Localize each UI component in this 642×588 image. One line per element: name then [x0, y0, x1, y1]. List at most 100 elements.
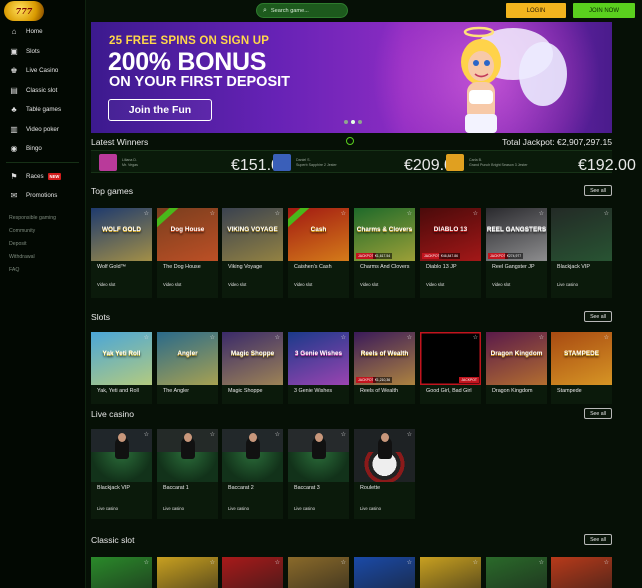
game-thumbnail[interactable]: VIKING VOYAGE ☆ [222, 208, 283, 261]
favorite-star-icon[interactable]: ☆ [144, 210, 149, 217]
game-name[interactable]: Reels of Wealth [354, 385, 415, 395]
footer-link[interactable]: Deposit [0, 238, 85, 251]
banner-dot[interactable] [351, 120, 355, 124]
game-thumbnail[interactable]: ☆ [91, 429, 152, 482]
game-card-baccarat-1[interactable]: ☆ Baccarat 1 Live casino [157, 429, 218, 519]
favorite-star-icon[interactable]: ☆ [407, 559, 412, 566]
favorite-star-icon[interactable]: ☆ [604, 559, 609, 566]
classic-slot-card[interactable]: ☆ [222, 557, 283, 588]
game-thumbnail[interactable]: ☆ [486, 557, 547, 588]
winner-item[interactable]: Daniel S. Superb Sapphire 2 Jester [273, 153, 366, 172]
favorite-star-icon[interactable]: ☆ [341, 210, 346, 217]
footer-link[interactable]: Community [0, 225, 85, 238]
favorite-star-icon[interactable]: ☆ [210, 334, 215, 341]
game-thumbnail[interactable]: STAMPEDE ☆ [551, 332, 612, 385]
join-the-fun-button[interactable]: Join the Fun [108, 99, 212, 121]
favorite-star-icon[interactable]: ☆ [210, 210, 215, 217]
sidebar-item-slots[interactable]: ▣ Slots [0, 42, 85, 62]
favorite-star-icon[interactable]: ☆ [144, 334, 149, 341]
game-name[interactable]: Diablo 13 JP [420, 261, 481, 271]
game-card-caishen-s-cash[interactable]: Cash ☆ Caishen's Cash Video slot [288, 208, 349, 298]
game-thumbnail[interactable]: WOLF GOLD ☆ [91, 208, 152, 261]
game-thumbnail[interactable]: ☆ [222, 557, 283, 588]
game-card-magic-shoppe[interactable]: Magic Shoppe ☆ Magic Shoppe [222, 332, 283, 404]
winner-item[interactable]: Liliana D. Mr. Vegas [99, 153, 192, 172]
game-card-baccarat-3[interactable]: ☆ Baccarat 3 Live casino [288, 429, 349, 519]
classic-slot-card[interactable]: ☆ [288, 557, 349, 588]
game-name[interactable]: Magic Shoppe [222, 385, 283, 395]
game-name[interactable]: Reel Gangster JP [486, 261, 547, 271]
game-thumbnail[interactable]: Dog House ☆ [157, 208, 218, 261]
game-card-reel-gangster-jp[interactable]: REEL GANGSTERS JACKPOT €274,977 ☆ Reel Gangs… [486, 208, 547, 298]
game-name[interactable]: Viking Voyage [222, 261, 283, 271]
classic-slot-card[interactable]: ☆ [420, 557, 481, 588]
game-thumbnail[interactable]: ☆ [157, 429, 218, 482]
game-card-3-genie-wishes[interactable]: 3 Genie Wishes ☆ 3 Genie Wishes [288, 332, 349, 404]
game-name[interactable]: Wolf Gold™ [91, 261, 152, 271]
see-all-slots-button[interactable]: See all [584, 311, 612, 322]
game-thumbnail[interactable]: Charms & Clovers JACKPOT €1,617.54 ☆ [354, 208, 415, 261]
game-card-roulette[interactable]: ☆ Roulette Live casino [354, 429, 415, 519]
game-thumbnail[interactable]: ☆ [157, 557, 218, 588]
favorite-star-icon[interactable]: ☆ [473, 334, 478, 341]
sidebar-item-promotions[interactable]: ✉ Promotions [0, 186, 85, 206]
game-thumbnail[interactable]: Magic Shoppe ☆ [222, 332, 283, 385]
game-thumbnail[interactable]: ☆ [288, 429, 349, 482]
game-card-charms-and-clovers[interactable]: Charms & Clovers JACKPOT €1,617.54 ☆ Charms … [354, 208, 415, 298]
game-name[interactable]: Charms And Clovers [354, 261, 415, 271]
game-thumbnail[interactable]: ☆ [354, 429, 415, 482]
game-name[interactable]: Yak, Yeti and Roll [91, 385, 152, 395]
game-thumbnail[interactable]: Yak Yeti Roll ☆ [91, 332, 152, 385]
game-card-the-angler[interactable]: Angler ☆ The Angler [157, 332, 218, 404]
favorite-star-icon[interactable]: ☆ [407, 210, 412, 217]
banner-dot[interactable] [344, 120, 348, 124]
favorite-star-icon[interactable]: ☆ [604, 334, 609, 341]
sidebar-item-video-poker[interactable]: ▥ Video poker [0, 120, 85, 140]
favorite-star-icon[interactable]: ☆ [275, 210, 280, 217]
game-thumbnail[interactable]: ☆ [551, 208, 612, 261]
game-card-blackjack-vip[interactable]: ☆ Blackjack VIP Live casino [551, 208, 612, 298]
search-box[interactable]: ⌕ [256, 3, 348, 18]
favorite-star-icon[interactable]: ☆ [539, 210, 544, 217]
game-name[interactable]: The Dog House [157, 261, 218, 271]
game-name[interactable]: Blackjack VIP [91, 482, 152, 492]
logo-mark[interactable]: 777 [4, 1, 44, 21]
classic-slot-card[interactable]: ☆ [551, 557, 612, 588]
footer-link[interactable]: FAQ [0, 264, 85, 277]
game-card-the-dog-house[interactable]: Dog House ☆ The Dog House Video slot [157, 208, 218, 298]
game-name[interactable]: Dragon Kingdom [486, 385, 547, 395]
favorite-star-icon[interactable]: ☆ [407, 334, 412, 341]
game-thumbnail[interactable]: Dragon Kingdom ☆ [486, 332, 547, 385]
game-thumbnail[interactable]: JACKPOT ☆ [420, 332, 481, 385]
favorite-star-icon[interactable]: ☆ [604, 210, 609, 217]
game-name[interactable]: Baccarat 3 [288, 482, 349, 492]
logo[interactable]: 777 [4, 0, 85, 22]
game-card-reels-of-wealth[interactable]: Reels of Wealth JACKPOT €1,210,36 ☆ Reels of… [354, 332, 415, 404]
favorite-star-icon[interactable]: ☆ [275, 431, 280, 438]
favorite-star-icon[interactable]: ☆ [473, 210, 478, 217]
winners-refresh-icon[interactable] [346, 137, 354, 145]
game-card-stampede[interactable]: STAMPEDE ☆ Stampede [551, 332, 612, 404]
game-card-viking-voyage[interactable]: VIKING VOYAGE ☆ Viking Voyage Video slot [222, 208, 283, 298]
favorite-star-icon[interactable]: ☆ [539, 559, 544, 566]
game-thumbnail[interactable]: ☆ [288, 557, 349, 588]
favorite-star-icon[interactable]: ☆ [341, 559, 346, 566]
favorite-star-icon[interactable]: ☆ [210, 431, 215, 438]
game-name[interactable]: Baccarat 1 [157, 482, 218, 492]
favorite-star-icon[interactable]: ☆ [144, 559, 149, 566]
game-card-yak-yeti-and-roll[interactable]: Yak Yeti Roll ☆ Yak, Yeti and Roll [91, 332, 152, 404]
game-name[interactable]: Caishen's Cash [288, 261, 349, 271]
favorite-star-icon[interactable]: ☆ [275, 559, 280, 566]
join-now-button[interactable]: JOIN NOW [573, 3, 635, 18]
see-all-top-games-button[interactable]: See all [584, 185, 612, 196]
favorite-star-icon[interactable]: ☆ [144, 431, 149, 438]
game-card-dragon-kingdom[interactable]: Dragon Kingdom ☆ Dragon Kingdom [486, 332, 547, 404]
game-name[interactable]: 3 Genie Wishes [288, 385, 349, 395]
classic-slot-card[interactable]: ☆ [354, 557, 415, 588]
game-name[interactable]: Stampede [551, 385, 612, 395]
game-name[interactable]: Good Girl, Bad Girl [420, 385, 481, 395]
game-name[interactable]: Baccarat 2 [222, 482, 283, 492]
classic-slot-card[interactable]: ☆ [486, 557, 547, 588]
sidebar-item-table-games[interactable]: ♣ Table games [0, 100, 85, 120]
game-thumbnail[interactable]: ☆ [551, 557, 612, 588]
